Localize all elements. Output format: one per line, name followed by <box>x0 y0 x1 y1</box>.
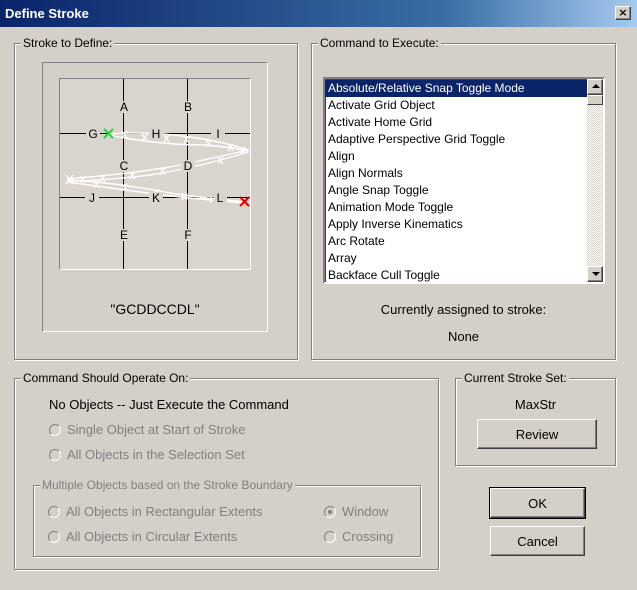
list-item[interactable]: Apply Inverse Kinematics <box>325 216 587 233</box>
radio-icon <box>48 531 60 543</box>
scroll-down-button[interactable] <box>587 266 603 282</box>
single-object-radio[interactable]: Single Object at Start of Stroke <box>49 422 245 438</box>
grid-label-h: H <box>149 128 163 140</box>
stroke-set-legend: Current Stroke Set: <box>462 371 569 385</box>
stroke-panel: A B G H I C D J K L E F "GCDDCCDL" <box>42 62 268 332</box>
radio-checked-icon <box>324 506 336 518</box>
stroke-path <box>65 128 250 207</box>
command-group-legend: Command to Execute: <box>318 36 441 50</box>
close-button[interactable]: × <box>615 6 631 20</box>
radio-icon <box>48 506 60 518</box>
radio-icon <box>49 449 61 461</box>
scroll-up-button[interactable] <box>587 79 603 95</box>
crossing-radio[interactable]: Crossing <box>324 529 393 545</box>
assigned-value: None <box>447 329 480 344</box>
stroke-code: "GCDDCCDL" <box>110 301 200 317</box>
stroke-set-name: MaxStr <box>514 397 557 412</box>
rect-extents-label: All Objects in Rectangular Extents <box>66 504 263 519</box>
grid-label-k: K <box>149 192 163 204</box>
command-list-items: Absolute/Relative Snap Toggle Mode Activ… <box>325 80 587 282</box>
stroke-grid[interactable]: A B G H I C D J K L E F <box>59 78 251 270</box>
grid-label-l: L <box>213 192 227 204</box>
list-item[interactable]: Align Normals <box>325 165 587 182</box>
list-item[interactable]: Absolute/Relative Snap Toggle Mode <box>325 80 587 97</box>
list-item[interactable]: Align <box>325 148 587 165</box>
grid-label-f: F <box>181 229 195 241</box>
list-item[interactable]: Angle Snap Toggle <box>325 182 587 199</box>
grid-label-i: I <box>211 128 225 140</box>
list-item[interactable]: Activate Grid Object <box>325 97 587 114</box>
circ-extents-radio[interactable]: All Objects in Circular Extents <box>48 529 237 545</box>
ok-button[interactable]: OK <box>489 487 586 519</box>
arrow-down-icon <box>592 272 600 276</box>
scroll-thumb[interactable] <box>587 95 603 105</box>
grid-label-d: D <box>181 160 195 172</box>
radio-icon <box>49 424 61 436</box>
multiple-group-legend: Multiple Objects based on the Stroke Bou… <box>40 478 295 492</box>
grid-label-e: E <box>117 229 131 241</box>
window-radio[interactable]: Window <box>324 504 388 520</box>
list-item[interactable]: Array <box>325 250 587 267</box>
rect-extents-radio[interactable]: All Objects in Rectangular Extents <box>48 504 263 520</box>
arrow-up-icon <box>592 84 600 88</box>
list-item[interactable]: Adaptive Perspective Grid Toggle <box>325 131 587 148</box>
grid-label-g: G <box>86 128 100 140</box>
stroke-to-define-group: Stroke to Define: A B G H I C D J K L E … <box>14 36 298 360</box>
list-item[interactable]: Arc Rotate <box>325 233 587 250</box>
grid-label-b: B <box>181 101 195 113</box>
single-object-label: Single Object at Start of Stroke <box>67 422 246 437</box>
list-item[interactable]: Backface Cull Toggle <box>325 267 587 282</box>
current-stroke-set-group: Current Stroke Set: MaxStr Review <box>455 371 616 466</box>
command-to-execute-group: Command to Execute: Absolute/Relative Sn… <box>311 36 616 360</box>
command-list[interactable]: Absolute/Relative Snap Toggle Mode Activ… <box>323 77 605 284</box>
assigned-label: Currently assigned to stroke: <box>380 302 547 317</box>
close-icon: × <box>618 6 628 19</box>
operate-group-legend: Command Should Operate On: <box>21 371 191 385</box>
window-label: Window <box>342 504 389 519</box>
stroke-group-legend: Stroke to Define: <box>21 36 115 50</box>
circ-extents-label: All Objects in Circular Extents <box>66 529 238 544</box>
all-selection-radio[interactable]: All Objects in the Selection Set <box>49 447 245 463</box>
review-button[interactable]: Review <box>477 419 597 449</box>
grid-label-a: A <box>117 101 131 113</box>
radio-icon <box>324 531 336 543</box>
all-selection-label: All Objects in the Selection Set <box>67 447 245 462</box>
list-item[interactable]: Activate Home Grid <box>325 114 587 131</box>
grid-label-j: J <box>85 192 99 204</box>
command-list-scrollbar[interactable] <box>587 79 603 282</box>
no-objects-option[interactable]: No Objects -- Just Execute the Command <box>49 397 289 412</box>
cancel-button[interactable]: Cancel <box>490 526 585 556</box>
crossing-label: Crossing <box>342 529 394 544</box>
operate-on-group: Command Should Operate On: No Objects --… <box>14 371 439 570</box>
grid-label-c: C <box>117 160 131 172</box>
title-bar: Define Stroke × <box>0 0 637 27</box>
list-item[interactable]: Animation Mode Toggle <box>325 199 587 216</box>
window-title: Define Stroke <box>5 6 89 21</box>
multiple-objects-group: Multiple Objects based on the Stroke Bou… <box>33 478 421 557</box>
